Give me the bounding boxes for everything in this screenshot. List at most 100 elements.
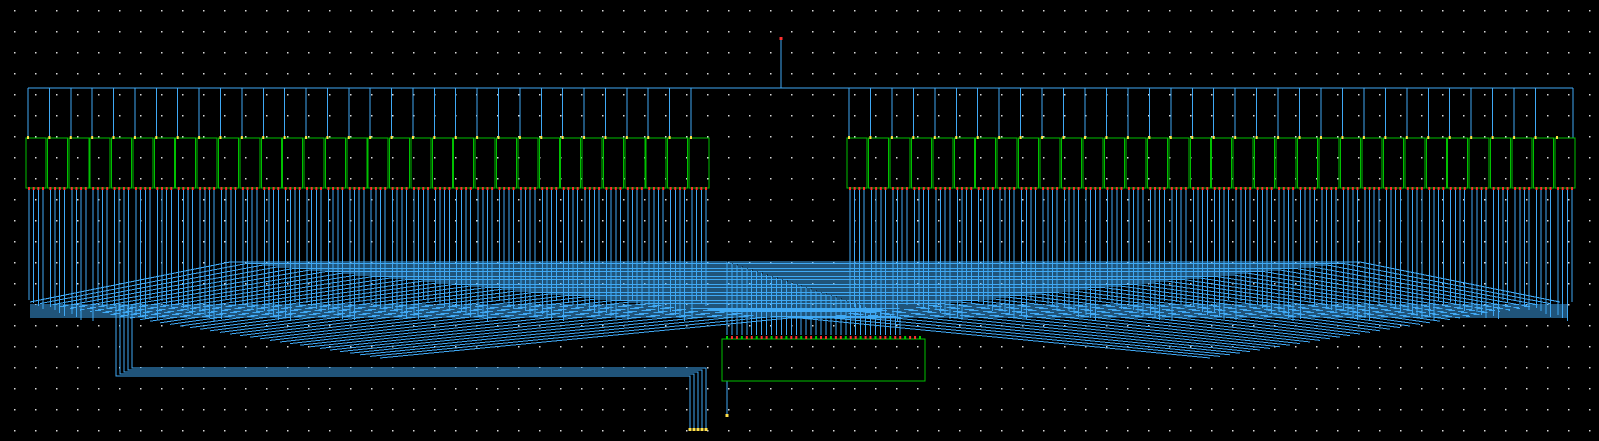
grid-dot xyxy=(812,367,814,369)
grid-dot xyxy=(938,367,940,369)
grid-dot xyxy=(812,178,814,180)
grid-dot xyxy=(203,430,205,432)
grid-dot xyxy=(1085,10,1087,12)
grid-dot xyxy=(1295,241,1297,243)
grid-dot xyxy=(812,157,814,159)
component-bottom-pin xyxy=(1463,187,1466,190)
grid-dot xyxy=(749,430,751,432)
grid-dot xyxy=(14,52,16,54)
grid-dot xyxy=(959,157,961,159)
grid-dot xyxy=(770,220,772,222)
grid-dot xyxy=(581,73,583,75)
grid-dot xyxy=(287,199,289,201)
grid-dot xyxy=(266,283,268,285)
grid-dot xyxy=(1526,115,1528,117)
component-bottom-pin xyxy=(1399,187,1402,190)
grid-dot xyxy=(1484,178,1486,180)
central-ic-pin xyxy=(755,336,758,339)
component-bottom-pin xyxy=(42,187,44,190)
grid-dot xyxy=(203,10,205,12)
grid-dot xyxy=(1442,115,1444,117)
grid-dot xyxy=(1337,367,1339,369)
grid-dot xyxy=(812,388,814,390)
component-bottom-pin xyxy=(1106,187,1109,190)
grid-dot xyxy=(1400,31,1402,33)
grid-dot xyxy=(1484,52,1486,54)
grid-dot xyxy=(287,73,289,75)
grid-dot xyxy=(938,220,940,222)
grid-dot xyxy=(14,388,16,390)
grid-dot xyxy=(833,241,835,243)
grid-dot xyxy=(1190,115,1192,117)
component-bottom-pin xyxy=(1475,187,1478,190)
component-top-pin xyxy=(1513,136,1516,139)
component-bottom-pin xyxy=(870,187,873,190)
component-bottom-pin xyxy=(1085,187,1087,190)
component-top-pin xyxy=(1277,136,1280,139)
grid-dot xyxy=(728,31,730,33)
grid-dot xyxy=(287,220,289,222)
grid-dot xyxy=(329,388,331,390)
grid-dot xyxy=(1505,367,1507,369)
grid-dot xyxy=(308,325,310,327)
grid-dot xyxy=(980,388,982,390)
grid-dot xyxy=(35,346,37,348)
grid-dot xyxy=(917,10,919,12)
component-bottom-pin xyxy=(177,187,180,190)
grid-dot xyxy=(224,10,226,12)
grid-dot xyxy=(308,178,310,180)
grid-dot xyxy=(35,52,37,54)
component-bottom-pin xyxy=(362,187,365,190)
grid-dot xyxy=(833,178,835,180)
grid-dot xyxy=(1505,199,1507,201)
grid-dot xyxy=(749,388,751,390)
component-top-pin xyxy=(668,136,671,139)
grid-dot xyxy=(224,409,226,411)
component-bottom-pin xyxy=(905,187,908,190)
grid-dot xyxy=(1484,73,1486,75)
grid-dot xyxy=(1211,241,1213,243)
grid-dot xyxy=(1442,367,1444,369)
grid-dot xyxy=(791,31,793,33)
grid-dot xyxy=(1148,220,1150,222)
component-bottom-pin xyxy=(191,187,194,190)
grid-dot xyxy=(1400,367,1402,369)
grid-dot xyxy=(308,346,310,348)
grid-dot xyxy=(224,157,226,159)
central-ic-pin xyxy=(730,336,733,339)
grid-dot xyxy=(1190,346,1192,348)
component-bottom-pin xyxy=(156,187,159,190)
grid-dot xyxy=(245,10,247,12)
component-bottom-pin xyxy=(199,187,202,190)
grid-dot xyxy=(287,178,289,180)
grid-dot xyxy=(182,73,184,75)
component-bottom-pin xyxy=(1025,187,1028,190)
component-bottom-pin xyxy=(277,187,280,190)
component-bottom-pin xyxy=(1077,187,1080,190)
grid-dot xyxy=(392,31,394,33)
grid-dot xyxy=(476,388,478,390)
component-top-pin xyxy=(604,136,607,139)
grid-dot xyxy=(1400,346,1402,348)
grid-dot xyxy=(917,157,919,159)
grid-dot xyxy=(938,430,940,432)
grid-dot xyxy=(308,157,310,159)
grid-dot xyxy=(1106,31,1108,33)
grid-dot xyxy=(917,52,919,54)
grid-dot xyxy=(266,241,268,243)
grid-dot xyxy=(1379,388,1381,390)
grid-dot xyxy=(581,430,583,432)
grid-dot xyxy=(350,430,352,432)
grid-dot xyxy=(35,31,37,33)
grid-dot xyxy=(1568,157,1570,159)
grid-dot xyxy=(119,157,121,159)
schematic-canvas[interactable] xyxy=(0,0,1599,441)
grid-dot xyxy=(245,220,247,222)
grid-dot xyxy=(1568,10,1570,12)
component-bottom-pin xyxy=(148,187,151,190)
grid-dot xyxy=(245,31,247,33)
grid-dot xyxy=(1043,388,1045,390)
grid-dot xyxy=(1400,388,1402,390)
component-bottom-pin xyxy=(439,187,442,190)
grid-dot xyxy=(854,409,856,411)
